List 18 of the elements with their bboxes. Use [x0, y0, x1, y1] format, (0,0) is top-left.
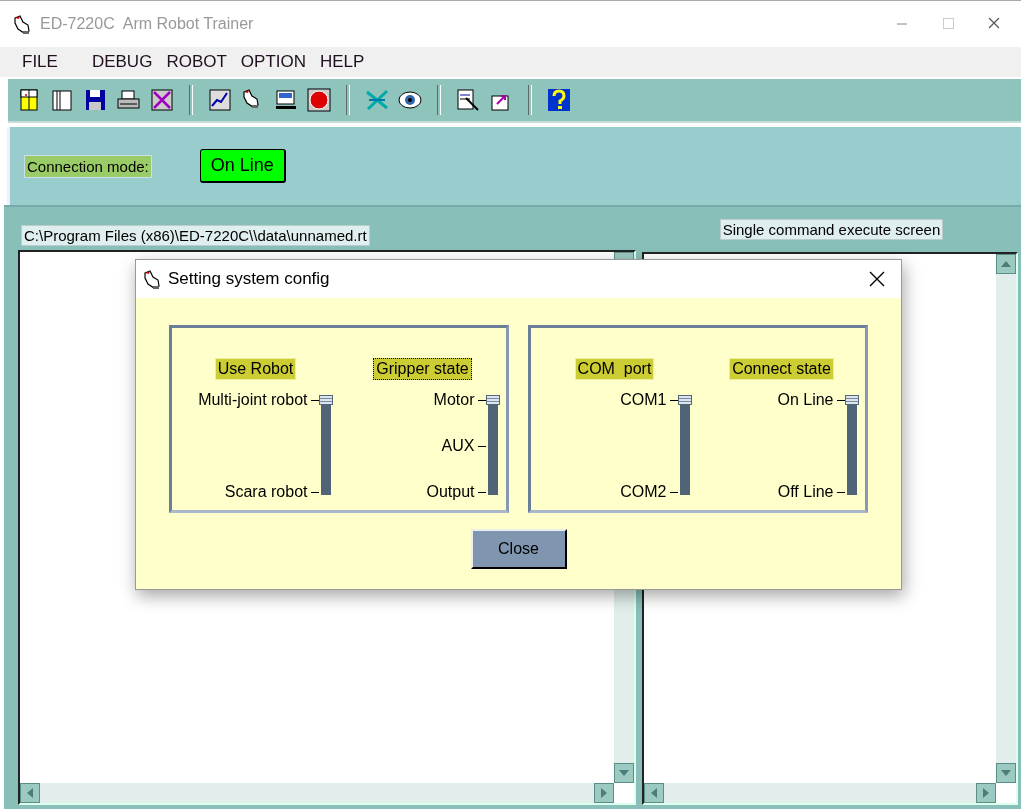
file-path-label: C:\Program Files (x86)\ED-7220C\\data\unnamed.rt: [21, 225, 370, 246]
connection-mode-label: Connection mode:: [24, 154, 152, 178]
option-label: Scara robot: [224, 483, 308, 501]
option-label: COM2: [620, 483, 667, 501]
window-title: ED-7220C Arm Robot Trainer: [40, 15, 255, 33]
option-label: AUX: [441, 437, 475, 455]
slider-heading: Use Robot: [214, 358, 297, 380]
slider-heading: Connect state: [729, 358, 834, 380]
slider-heading: Gripper state: [373, 358, 472, 380]
panel-title: Single command execute screen: [719, 219, 944, 240]
option-label: Off Line: [777, 483, 834, 501]
option-label: Motor: [433, 391, 475, 409]
option-label: Multi-joint robot: [198, 391, 308, 409]
option-label: On Line: [777, 391, 834, 409]
option-label: Output: [426, 483, 475, 501]
option-label: COM1: [620, 391, 667, 409]
slider-heading: COM port: [574, 358, 655, 380]
dialog-title: Setting system config: [168, 269, 331, 289]
